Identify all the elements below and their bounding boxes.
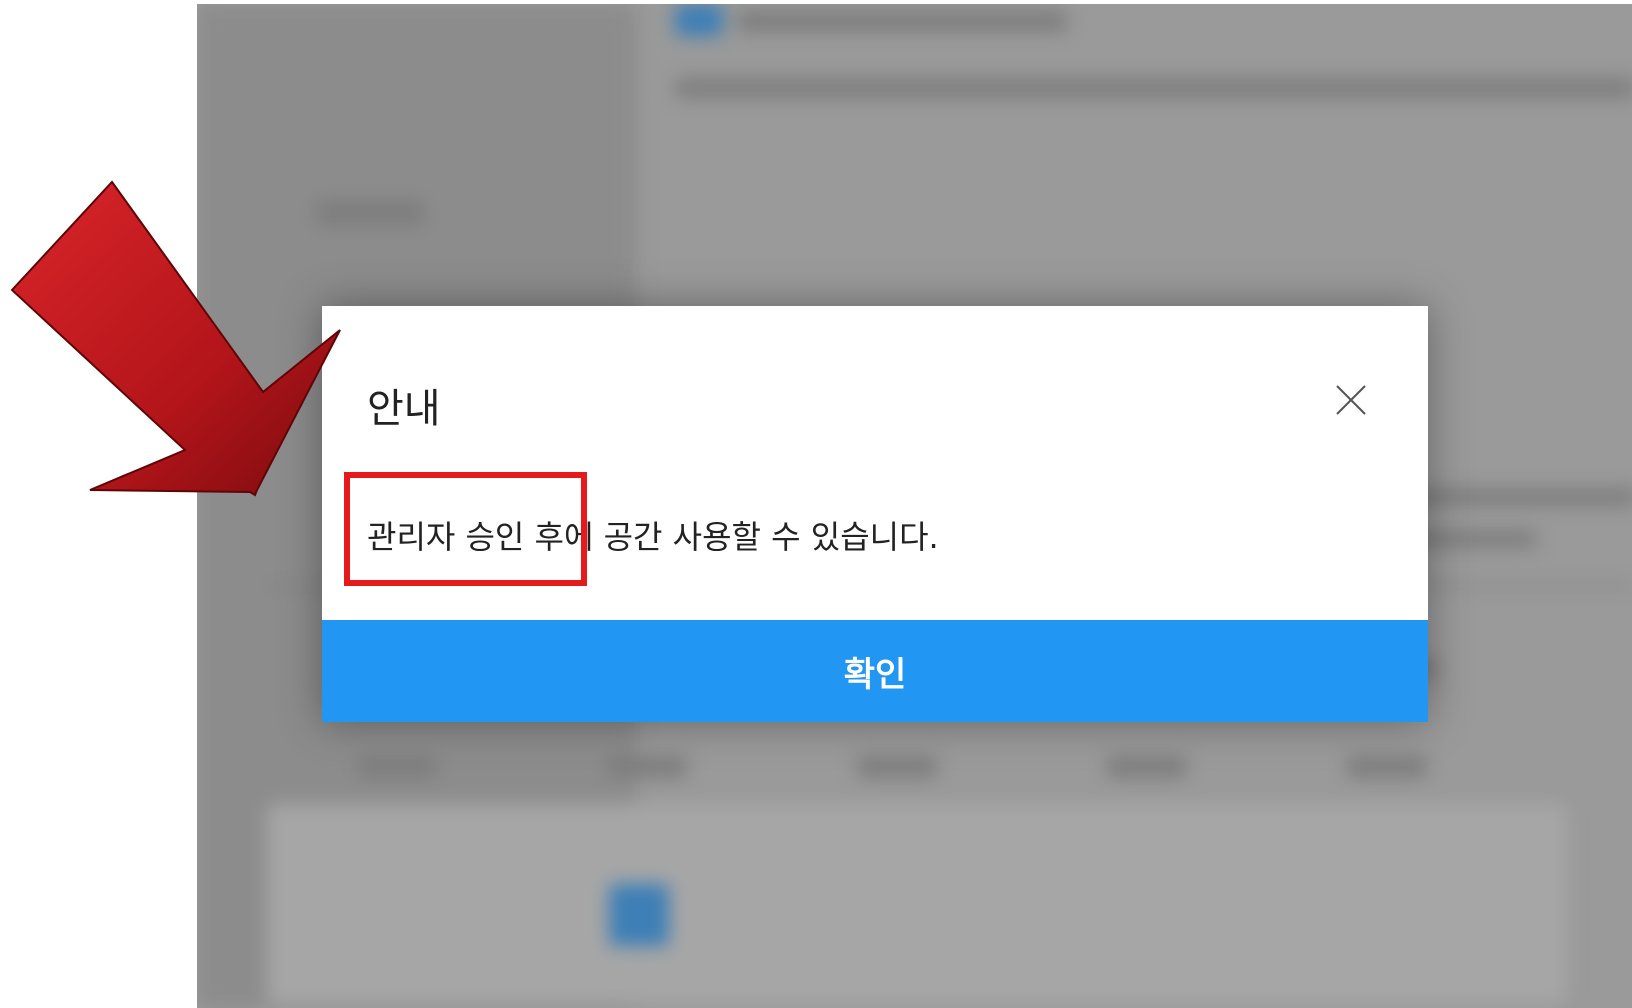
blurred-description-text [675,78,1632,98]
blurred-day-label-3 [857,756,937,778]
close-icon [1336,385,1366,415]
blurred-heading-text [737,10,1067,32]
blurred-day-label-4 [1107,756,1187,778]
blurred-grid [267,804,1567,1004]
blurred-selected-cell [609,884,669,946]
blurred-day-label-5 [1347,756,1427,778]
highlight-box [344,472,587,586]
red-arrow-icon [10,180,341,497]
blurred-day-label-1 [357,756,437,778]
close-button[interactable] [1335,384,1367,416]
dialog-title: 안내 [367,386,441,432]
confirm-button[interactable]: 확인 [322,620,1428,722]
blurred-checkbox [675,4,723,36]
blurred-day-label-2 [607,756,687,778]
